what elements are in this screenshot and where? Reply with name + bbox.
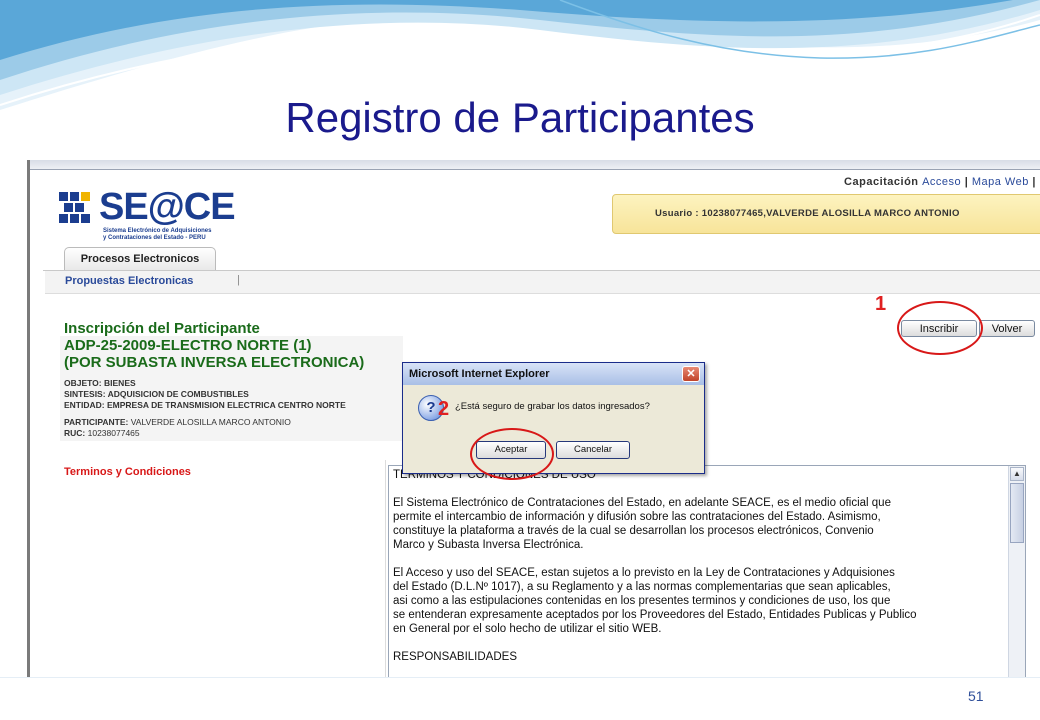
top-links: Capacitación Acceso | Mapa Web | <box>844 176 1036 188</box>
annotation-circle-inscribir <box>897 301 983 355</box>
logo-subtitle: Sistema Electrónico de Adquisiciones y C… <box>103 228 243 242</box>
entidad-value: EMPRESA DE TRANSMISION ELECTRICA CENTRO … <box>106 400 346 410</box>
browser-screenshot: SE@CE Sistema Electrónico de Adquisicion… <box>27 160 1040 677</box>
link-mapa-web[interactable]: Mapa Web <box>972 176 1029 188</box>
screenshot-border <box>27 160 30 677</box>
top-link-separator: | <box>964 176 969 188</box>
participante-label: PARTICIPANTE: <box>64 417 129 427</box>
participante-value: VALVERDE ALOSILLA MARCO ANTONIO <box>130 417 291 427</box>
seace-logo[interactable]: SE@CE Sistema Electrónico de Adquisicion… <box>59 186 239 244</box>
scroll-up-arrow-icon[interactable]: ▲ <box>1010 467 1024 481</box>
footer-divider <box>0 677 1040 678</box>
ruc-value: 10238077465 <box>87 428 140 438</box>
terms-text: TERMINOS Y CONDICIONES DE USO El Sistema… <box>393 469 917 663</box>
dialog-titlebar: Microsoft Internet Explorer ✕ <box>403 363 704 385</box>
objeto-value: BIENES <box>104 378 136 388</box>
link-acceso[interactable]: Acceso <box>922 176 961 188</box>
logo-subtitle-line2: y Contrataciones del Estado - PERU <box>103 235 206 241</box>
dialog-message: ¿Está seguro de grabar los datos ingresa… <box>455 401 650 412</box>
user-label: Usuario : 10238077465,VALVERDE ALOSILLA … <box>655 208 960 219</box>
sintesis-value: ADQUISICION DE COMBUSTIBLES <box>107 389 249 399</box>
sub-navigation: Propuestas Electronicas | <box>45 271 1040 294</box>
annotation-circle-aceptar <box>470 428 554 480</box>
slide-title: Registro de Participantes <box>285 94 755 141</box>
entidad-label: ENTIDAD: <box>64 400 105 410</box>
terms-scrollbar[interactable]: ▲ <box>1008 466 1025 677</box>
inscripcion-title: Inscripción del Participante <box>64 320 260 337</box>
logo-grid-icon <box>59 192 95 223</box>
annotation-step-1: 1 <box>875 293 887 315</box>
close-icon[interactable]: ✕ <box>682 366 700 382</box>
terms-textarea[interactable]: TERMINOS Y CONDICIONES DE USO El Sistema… <box>388 465 1026 677</box>
cancelar-button[interactable]: Cancelar <box>556 441 630 459</box>
sintesis-label: SINTESIS: <box>64 389 106 399</box>
user-info-box: Usuario : 10238077465,VALVERDE ALOSILLA … <box>612 194 1040 234</box>
terms-label: Terminos y Condiciones <box>64 466 191 478</box>
volver-button[interactable]: Volver <box>979 320 1035 337</box>
slide-page-number: 51 <box>968 688 984 704</box>
logo-wordmark: SE@CE <box>99 186 236 228</box>
terms-label-column <box>45 460 386 677</box>
process-details: OBJETO: BIENES SINTESIS: ADQUISICION DE … <box>64 378 346 439</box>
site-label: Capacitación <box>844 176 919 188</box>
subnav-separator: | <box>237 274 240 286</box>
process-name: ADP-25-2009-ELECTRO NORTE (1) (POR SUBAS… <box>64 337 364 371</box>
dialog-title: Microsoft Internet Explorer <box>409 368 550 380</box>
ruc-label: RUC: <box>64 428 86 438</box>
top-link-separator: | <box>1032 176 1036 188</box>
tab-procesos-electronicos[interactable]: Procesos Electronicos <box>64 247 216 270</box>
annotation-step-2: 2 <box>438 398 450 420</box>
scroll-thumb[interactable] <box>1010 483 1024 543</box>
process-line2: (POR SUBASTA INVERSA ELECTRONICA) <box>64 354 365 371</box>
logo-subtitle-line1: Sistema Electrónico de Adquisiciones <box>103 228 212 234</box>
browser-toolbar-strip <box>27 160 1040 170</box>
subnav-propuestas-electronicas[interactable]: Propuestas Electronicas <box>65 275 193 287</box>
objeto-label: OBJETO: <box>64 378 102 388</box>
process-line1: ADP-25-2009-ELECTRO NORTE (1) <box>64 337 312 354</box>
